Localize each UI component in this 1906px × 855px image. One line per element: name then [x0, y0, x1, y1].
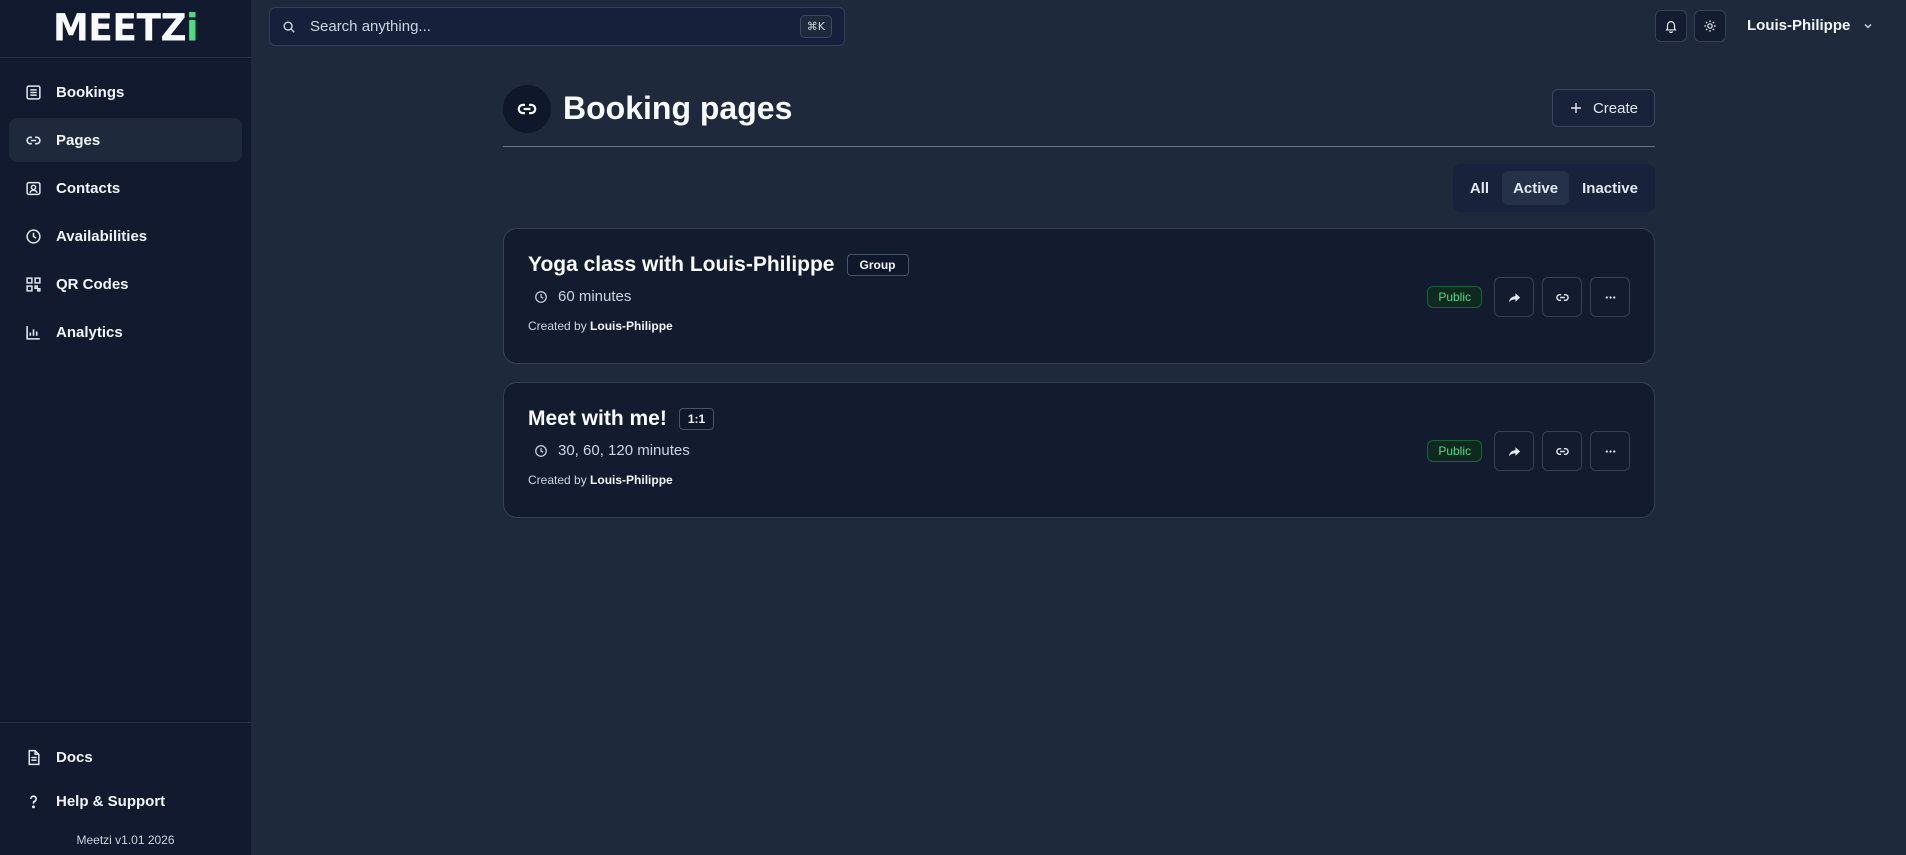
chevron-down-icon — [1864, 23, 1872, 29]
share-icon — [1508, 292, 1520, 302]
sidebar-bottom: Docs Help & Support Meetzi v1.01 2026 — [0, 722, 251, 855]
clock-icon — [535, 290, 547, 303]
clock-icon — [26, 228, 41, 244]
user-name: Louis-Philippe — [1747, 17, 1851, 34]
list-icon — [26, 84, 41, 100]
sidebar: MEETZi Bookings Pages Contacts Availabil… — [0, 0, 252, 855]
clock-icon — [535, 444, 547, 457]
sidebar-nav: Bookings Pages Contacts Availabilities Q… — [0, 58, 251, 366]
sidebar-item-pages[interactable]: Pages — [9, 118, 242, 162]
duration-text: 60 minutes — [558, 288, 632, 305]
filter-all[interactable]: All — [1459, 171, 1500, 205]
logo-text: MEETZi — [52, 6, 199, 51]
more-options-button[interactable] — [1590, 431, 1630, 471]
creator-name: Louis-Philippe — [590, 319, 673, 333]
bell-icon — [1665, 21, 1677, 33]
create-button[interactable]: Create — [1551, 89, 1655, 127]
document-icon — [28, 749, 40, 765]
sidebar-item-analytics[interactable]: Analytics — [9, 310, 242, 354]
copy-link-button[interactable] — [1542, 431, 1582, 471]
topbar: Search anything... ⌘K Louis-Philippe — [252, 0, 1906, 50]
more-horizontal-icon — [1605, 449, 1615, 453]
filter-inactive[interactable]: Inactive — [1571, 171, 1649, 205]
card-title-row: Meet with me! 1:1 — [528, 407, 1630, 431]
sidebar-item-bookings[interactable]: Bookings — [9, 70, 242, 114]
search-bar[interactable]: Search anything... ⌘K — [269, 7, 845, 46]
duration-text: 30, 60, 120 minutes — [558, 442, 690, 459]
search-shortcut: ⌘K — [799, 15, 832, 38]
booking-page-card[interactable]: Meet with me! 1:1 30, 60, 120 minutes Cr… — [503, 382, 1655, 518]
card-title[interactable]: Yoga class with Louis-Philippe — [528, 253, 835, 277]
sidebar-item-label: Contacts — [56, 179, 121, 197]
type-badge: 1:1 — [678, 408, 715, 430]
sun-icon — [1704, 20, 1716, 32]
app-root: MEETZi Bookings Pages Contacts Availabil… — [0, 0, 1906, 855]
visibility-badge: Public — [1427, 440, 1482, 462]
contact-card-icon — [26, 181, 41, 195]
created-by: Created by Louis-Philippe — [528, 319, 673, 333]
created-by: Created by Louis-Philippe — [528, 473, 673, 487]
filter-active[interactable]: Active — [1502, 171, 1570, 205]
create-button-label: Create — [1592, 99, 1638, 117]
main-area: Search anything... ⌘K Louis-Philippe Boo… — [252, 0, 1906, 855]
sidebar-item-contacts[interactable]: Contacts — [9, 166, 242, 210]
page-content: Booking pages Create All Active Inactive — [503, 82, 1655, 518]
app-version: Meetzi v1.01 2026 — [76, 833, 175, 847]
card-actions: Public — [1427, 431, 1630, 471]
copy-link-button[interactable] — [1542, 277, 1582, 317]
page-header-icon — [503, 84, 551, 133]
bar-chart-icon — [26, 325, 40, 340]
link-icon — [26, 136, 41, 144]
link-icon — [517, 103, 537, 114]
booking-page-card[interactable]: Yoga class with Louis-Philippe Group 60 … — [503, 228, 1655, 364]
visibility-badge: Public — [1427, 286, 1482, 308]
card-title[interactable]: Meet with me! — [528, 407, 667, 431]
sidebar-item-label: QR Codes — [56, 275, 129, 293]
search-input[interactable]: Search anything... — [310, 18, 786, 35]
share-icon — [1508, 446, 1520, 456]
question-mark-icon — [29, 794, 37, 808]
sidebar-item-label: Bookings — [56, 83, 125, 101]
notifications-button[interactable] — [1655, 10, 1687, 42]
creator-name: Louis-Philippe — [590, 473, 673, 487]
qr-code-icon — [26, 276, 41, 292]
sidebar-item-availabilities[interactable]: Availabilities — [9, 214, 242, 258]
user-menu[interactable]: Louis-Philippe — [1747, 17, 1874, 34]
link-icon — [1555, 447, 1569, 455]
status-filter-tabs: All Active Inactive — [1452, 164, 1655, 212]
booking-pages-list: Yoga class with Louis-Philippe Group 60 … — [503, 228, 1655, 518]
sidebar-item-qr-codes[interactable]: QR Codes — [9, 262, 242, 306]
sidebar-item-help[interactable]: Help & Support — [9, 779, 242, 823]
type-badge: Group — [846, 254, 909, 276]
link-icon — [1555, 293, 1569, 301]
page-header: Booking pages Create — [503, 82, 1655, 147]
sidebar-item-docs[interactable]: Docs — [9, 735, 242, 779]
page-title: Booking pages — [563, 89, 793, 126]
logo[interactable]: MEETZi — [0, 0, 251, 58]
sidebar-item-label: Analytics — [56, 323, 123, 341]
card-actions: Public — [1427, 277, 1630, 317]
share-button[interactable] — [1494, 277, 1534, 317]
plus-icon — [1570, 103, 1581, 113]
sidebar-item-label: Docs — [56, 748, 93, 766]
sidebar-item-label: Availabilities — [56, 227, 148, 245]
more-horizontal-icon — [1605, 295, 1615, 299]
filters-row: All Active Inactive — [503, 164, 1655, 212]
card-title-row: Yoga class with Louis-Philippe Group — [528, 253, 1630, 277]
search-icon — [283, 20, 295, 33]
share-button[interactable] — [1494, 431, 1534, 471]
sidebar-item-label: Help & Support — [56, 792, 166, 810]
sidebar-item-label: Pages — [56, 131, 101, 149]
theme-toggle-button[interactable] — [1694, 10, 1726, 42]
more-options-button[interactable] — [1590, 277, 1630, 317]
